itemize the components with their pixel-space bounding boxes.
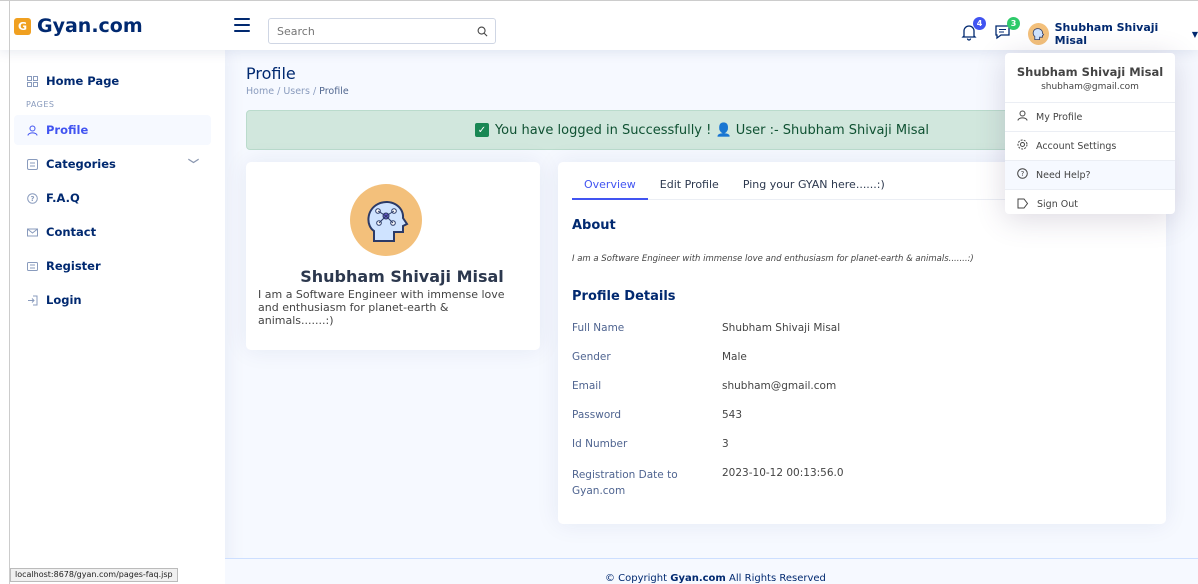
detail-label: Registration Date to Gyan.com: [572, 469, 678, 497]
detail-row-email: Email shubham@gmail.com: [572, 380, 836, 392]
detail-row-id: Id Number 3: [572, 438, 729, 450]
notifications-badge: 4: [973, 17, 986, 30]
person-icon: [1017, 110, 1028, 124]
chevron-down-icon: ▼: [1191, 29, 1198, 39]
about-text: I am a Software Engineer with immense lo…: [572, 254, 974, 264]
search-icon[interactable]: [469, 19, 495, 43]
breadcrumb-home[interactable]: Home: [246, 86, 274, 97]
profile-card: Shubham Shivaji Misal I am a Software En…: [246, 162, 540, 350]
notifications-bell-icon[interactable]: 4: [960, 17, 986, 43]
messages-badge: 3: [1007, 17, 1020, 30]
list-icon: [26, 158, 38, 170]
menu-toggle-icon[interactable]: [234, 18, 250, 32]
detail-value: 543: [722, 409, 743, 421]
envelope-icon: [26, 226, 38, 238]
footer: © Copyright Gyan.com All Rights Reserved: [225, 558, 1198, 584]
dropdown-item-label: Account Settings: [1036, 140, 1117, 152]
detail-value: shubham@gmail.com: [722, 380, 837, 392]
check-square-icon: ✓: [474, 123, 489, 137]
detail-row-full-name: Full Name Shubham Shivaji Misal: [572, 322, 840, 334]
detail-label: Id Number: [572, 438, 628, 450]
sign-out-icon: [1017, 198, 1029, 212]
dropdown-item-label: Need Help?: [1036, 169, 1091, 181]
page-title: Profile: [246, 64, 296, 83]
detail-label: Password: [572, 409, 622, 421]
person-icon: [26, 124, 38, 136]
profile-bio: I am a Software Engineer with immense lo…: [258, 288, 505, 327]
detail-row-registration-date: Registration Date to Gyan.com 2023-10-12…: [572, 467, 844, 499]
dropdown-user-name: Shubham Shivaji Misal: [1016, 65, 1164, 79]
logo-text: Gyan.com: [37, 15, 143, 37]
search-input[interactable]: [269, 24, 469, 38]
sidebar-item-profile[interactable]: Profile: [14, 115, 211, 145]
about-title: About: [572, 218, 616, 233]
sidebar-item-label: Categories: [46, 157, 116, 171]
need-help-link[interactable]: ? Need Help?: [1005, 161, 1175, 190]
detail-label: Full Name: [572, 322, 625, 334]
svg-text:?: ?: [30, 195, 34, 203]
sidebar-item-contact[interactable]: Contact: [14, 217, 211, 247]
login-icon: [26, 294, 38, 306]
dropdown-user-email: shubham@gmail.com: [1041, 82, 1139, 92]
sidebar-item-label: Register: [46, 259, 101, 273]
tab-ping-gyan[interactable]: Ping your GYAN here......:): [731, 176, 897, 200]
account-settings-link[interactable]: Account Settings: [1005, 132, 1175, 161]
question-circle-icon: ?: [26, 192, 38, 204]
detail-row-password: Password 543: [572, 409, 742, 421]
sidebar-heading: PAGES: [26, 100, 55, 109]
user-menu-toggle[interactable]: Shubham Shivaji Misal ▼: [1028, 21, 1198, 47]
sign-out-link[interactable]: Sign Out: [1005, 190, 1175, 219]
detail-value: Shubham Shivaji Misal: [722, 322, 841, 334]
my-profile-link[interactable]: My Profile: [1005, 103, 1175, 132]
chevron-down-icon: ﹀: [188, 158, 199, 171]
dropdown-item-label: Sign Out: [1037, 199, 1078, 210]
tab-overview[interactable]: Overview: [572, 176, 648, 200]
user-dropdown-menu: Shubham Shivaji Misal shubham@gmail.com …: [1005, 53, 1175, 214]
user-avatar-icon: [1028, 23, 1049, 45]
sidebar-item-register[interactable]: Register: [14, 251, 211, 281]
header-user-name: Shubham Shivaji Misal: [1054, 21, 1159, 47]
messages-icon[interactable]: 3: [994, 17, 1020, 43]
copyright-text: © Copyright Gyan.com All Rights Reserved: [605, 573, 826, 584]
sidebar-item-login[interactable]: Login: [14, 285, 211, 315]
browser-status-url: localhost:8678/gyan.com/pages-faq.jsp: [10, 568, 178, 582]
profile-avatar-icon: [350, 184, 422, 256]
detail-value: 2023-10-12 00:13:56.0: [722, 467, 844, 479]
detail-row-gender: Gender Male: [572, 351, 747, 363]
sidebar-item-home[interactable]: Home Page: [14, 66, 211, 96]
dropdown-header: Shubham Shivaji Misal shubham@gmail.com: [1005, 53, 1175, 103]
logo[interactable]: G Gyan.com: [14, 15, 143, 37]
dropdown-item-label: My Profile: [1036, 111, 1083, 123]
sidebar-item-label: Login: [46, 293, 82, 307]
detail-label: Gender: [572, 351, 611, 363]
sidebar-item-label: Profile: [46, 123, 89, 137]
breadcrumb-current: Profile: [319, 86, 349, 97]
top-header: G Gyan.com 4 3 Shubham Shivaji Misal ▼: [0, 0, 1198, 50]
tab-edit-profile[interactable]: Edit Profile: [648, 176, 731, 200]
sidebar-item-faq[interactable]: ? F.A.Q: [14, 183, 211, 213]
profile-name: Shubham Shivaji Misal: [300, 267, 504, 286]
alert-text: You have logged in Successfully ! 👤 User…: [494, 122, 930, 138]
sidebar-item-categories[interactable]: Categories ﹀: [14, 149, 211, 179]
question-circle-icon: ?: [1017, 168, 1028, 182]
breadcrumb-users[interactable]: Users: [283, 86, 310, 97]
grid-icon: [26, 75, 38, 87]
window-edge: [9, 0, 10, 584]
detail-value: Male: [722, 351, 747, 363]
search-bar: [268, 18, 496, 44]
breadcrumb: Home / Users / Profile: [246, 86, 349, 97]
sidebar-item-label: Contact: [46, 225, 97, 239]
sidebar-item-label: F.A.Q: [46, 191, 80, 205]
sidebar: Home Page PAGES Profile Categories ﹀ ? F…: [0, 50, 225, 584]
logo-icon: G: [14, 17, 31, 35]
card-list-icon: [26, 260, 38, 272]
sidebar-item-label: Home Page: [46, 74, 120, 88]
profile-details-title: Profile Details: [572, 289, 676, 304]
detail-label: Email: [572, 380, 602, 392]
gear-icon: [1017, 139, 1028, 153]
svg-text:?: ?: [1021, 170, 1025, 178]
detail-value: 3: [722, 438, 729, 450]
